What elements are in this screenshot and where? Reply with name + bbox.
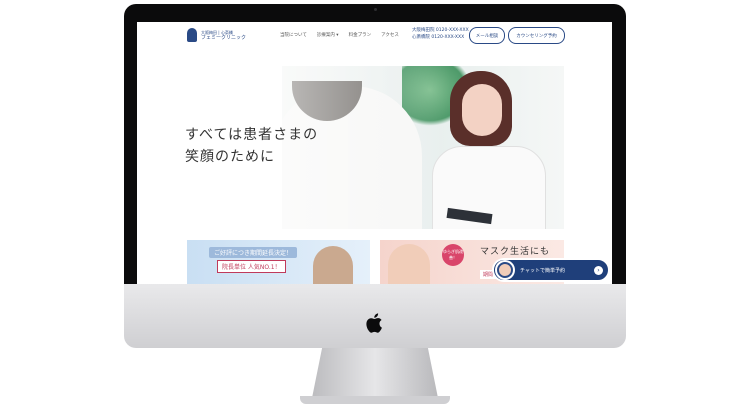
camera-dot: [374, 8, 377, 11]
nav-item-access[interactable]: アクセス: [381, 32, 399, 38]
banner-1-subtitle: 院長単位 人気NO.1！: [217, 260, 286, 273]
banner-1-model-image: [313, 246, 353, 284]
site-logo[interactable]: 大阪梅田 | 心斎橋 フェミークリニック: [187, 28, 246, 42]
apple-logo-icon: [366, 313, 382, 333]
banner-1-title: ご好評につき期間延長決定！: [209, 247, 298, 258]
hero-line-2: 笑顔のために: [185, 149, 275, 165]
banner-2-badge: ゆらぎ肌改善！: [442, 244, 464, 266]
nav-item-services[interactable]: 診療案内 ▾: [317, 32, 339, 38]
chat-label: チャットで簡単予約: [520, 267, 565, 274]
campaign-banner-1[interactable]: ご好評につき期間延長決定！ 院長単位 人気NO.1！: [187, 240, 370, 284]
monitor-stand: [312, 348, 438, 398]
hero-image: [282, 66, 564, 229]
banner-2-title: マスク生活にも: [480, 247, 551, 257]
hero-line-1: すべては患者さまの: [185, 127, 319, 143]
hero-headline: すべては患者さまの 笑顔のために: [185, 124, 318, 168]
phone-numbers[interactable]: 大阪梅田院 0120-XXX-XXX 心斎橋院 0120-XXX-XXX: [412, 27, 469, 41]
main-nav: 当院について 診療案内 ▾ 料金プラン アクセス: [280, 32, 399, 38]
phone-umeda[interactable]: 大阪梅田院 0120-XXX-XXX: [412, 27, 469, 34]
chat-avatar-icon: [495, 260, 515, 280]
counseling-reservation-button[interactable]: カウンセリング予約: [508, 27, 565, 44]
nav-item-about[interactable]: 当院について: [280, 32, 307, 38]
phone-shinsaibashi[interactable]: 心斎橋院 0120-XXX-XXX: [412, 34, 469, 41]
logo-icon: [187, 28, 197, 42]
banner-2-model-image: [388, 244, 430, 284]
nav-item-pricing[interactable]: 料金プラン: [349, 32, 372, 38]
mail-consult-button[interactable]: メール相談: [469, 27, 505, 44]
website-screen: 大阪梅田 | 心斎橋 フェミークリニック 当院について 診療案内 ▾ 料金プラン…: [137, 22, 612, 284]
chevron-right-icon[interactable]: ›: [594, 265, 603, 275]
monitor-foot: [300, 396, 450, 404]
logo-title: フェミークリニック: [201, 34, 247, 41]
chat-reservation-widget[interactable]: チャットで簡単予約 ›: [492, 258, 610, 282]
